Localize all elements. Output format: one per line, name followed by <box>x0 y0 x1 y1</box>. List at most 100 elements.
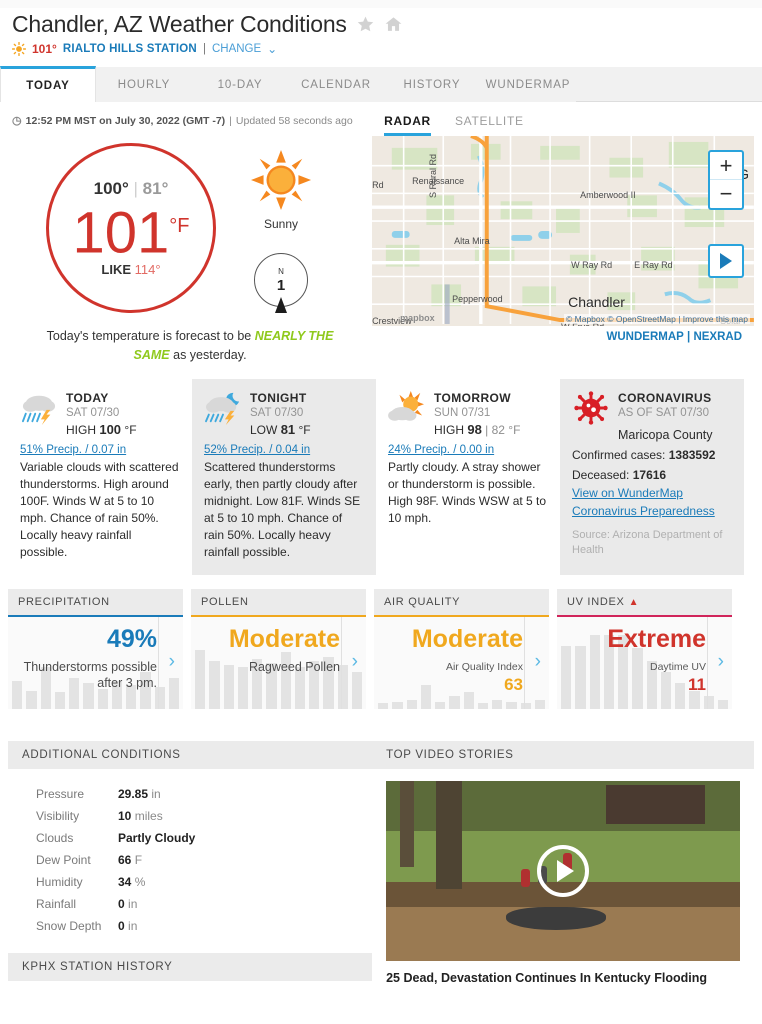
metric-card-air-quality[interactable]: AIR QUALITY Moderate Air Quality Index 6… <box>374 589 549 709</box>
condition-value: 66 F <box>118 849 372 871</box>
metric-value: 49% <box>106 625 157 653</box>
clock-icon: ◷ <box>12 115 22 127</box>
home-icon[interactable] <box>384 15 403 34</box>
coronavirus-deceased-label: Deceased: <box>572 468 630 482</box>
forecast-temp-value: 81 <box>280 422 296 437</box>
metric-sub-label: Daytime UV <box>649 661 706 673</box>
forecast-cards-row: TODAY SAT 07/30 HIGH 100 °F 51% Precip. … <box>0 379 762 575</box>
chevron-right-icon[interactable]: › <box>352 651 358 673</box>
condition-value: 0 in <box>118 893 372 915</box>
station-name[interactable]: RIALTO HILLS STATION <box>63 42 197 56</box>
map-label: Alta Mira <box>454 236 490 246</box>
video-thumbnail[interactable] <box>386 781 740 961</box>
coronavirus-card[interactable]: CORONAVIRUS AS OF SAT 07/30 Maricopa Cou… <box>560 379 744 575</box>
play-icon[interactable] <box>537 845 590 897</box>
condition-number: 29.85 <box>118 787 149 801</box>
forecast-temp-value: 98 <box>467 422 482 437</box>
metric-card-uv-index[interactable]: UV INDEX ▲ Extreme Daytime UV 11 › <box>557 589 732 709</box>
observation-body: 100° | 81° 101°F LIKE 114° Sunny N 1 <box>8 127 372 313</box>
metric-card-precipitation[interactable]: PRECIPITATION 49% Thunderstorms possible… <box>8 589 183 709</box>
metric-accent-bar <box>374 615 549 617</box>
coronavirus-preparedness-link[interactable]: Coronavirus Preparedness <box>572 504 732 518</box>
chevron-right-icon[interactable]: › <box>718 651 724 673</box>
forecast-card-header: TODAY SAT 07/30 HIGH 100 °F <box>20 391 180 437</box>
forecast-precip-link[interactable]: 52% Precip. / 0.04 in <box>204 444 364 456</box>
metric-card-body: 49% Thunderstorms possible after 3 pm. <box>8 617 183 691</box>
sunny-icon <box>250 149 312 211</box>
map-zoom-out-button[interactable]: − <box>710 180 742 208</box>
observation-updated: Updated 58 seconds ago <box>235 114 353 127</box>
tab-radar[interactable]: RADAR <box>384 114 431 136</box>
tab-10-day[interactable]: 10-DAY <box>192 67 288 102</box>
metric-subtext: Ragweed Pollen <box>248 660 340 674</box>
mapbox-logo: mapbox <box>400 313 435 323</box>
star-icon[interactable] <box>356 15 375 34</box>
panel-title: TOP VIDEO STORIES <box>386 749 514 761</box>
metric-value: Moderate <box>228 625 340 653</box>
wind-direction: N <box>278 266 284 276</box>
chevron-down-icon[interactable]: ⌄ <box>267 42 277 56</box>
station-temp: 101° <box>32 42 57 56</box>
metric-accent-bar <box>191 615 366 617</box>
tab-satellite[interactable]: SATELLITE <box>455 114 524 136</box>
tab-history[interactable]: HISTORY <box>384 67 480 102</box>
map-label: Amberwood II <box>580 190 636 200</box>
forecast-card-today[interactable]: TODAY SAT 07/30 HIGH 100 °F 51% Precip. … <box>8 379 192 575</box>
forecast-temp: HIGH 98 | 82 °F <box>434 422 520 437</box>
forecast-temp-unit: °F <box>298 423 311 437</box>
forecast-date: SUN 07/31 <box>434 407 491 419</box>
metric-card-title: POLLEN <box>201 596 249 608</box>
condition-key: Pressure <box>36 787 85 801</box>
view-on-wundermap-link[interactable]: View on WunderMap <box>572 486 732 500</box>
tab-today[interactable]: TODAY <box>0 66 96 102</box>
coronavirus-deceased-value: 17616 <box>632 468 667 482</box>
chevron-right-icon[interactable]: › <box>169 651 175 673</box>
forecast-precip-link[interactable]: 51% Precip. / 0.07 in <box>20 444 180 456</box>
partly-sunny-icon <box>388 391 426 425</box>
additional-conditions-panel: ADDITIONAL CONDITIONS Pressure 29.85 in … <box>8 741 373 987</box>
wundermap-link[interactable]: WUNDERMAP <box>607 331 684 343</box>
condition-column: Sunny N 1 <box>250 149 312 313</box>
map-label: W Ray Rd <box>571 260 613 270</box>
map-zoom-controls: + − <box>708 150 744 210</box>
coronavirus-confirmed: Confirmed cases: 1383592 <box>572 448 732 462</box>
forecast-date: SAT 07/30 <box>250 407 304 419</box>
station-row: 101° RIALTO HILLS STATION | CHANGE ⌄ <box>11 41 750 57</box>
condition-key: Humidity <box>36 875 83 889</box>
map-zoom-in-button[interactable]: + <box>710 152 742 180</box>
top-section: ◷ 12:52 PM MST on July 30, 2022 (GMT -7)… <box>0 102 762 365</box>
map-canvas[interactable]: Rd Renaissance S Rural Rd Alta Mira Pepp… <box>372 136 754 326</box>
forecast-card-header: TONIGHT SAT 07/30 LOW 81 °F <box>204 391 364 437</box>
forecast-temp: LOW 81 °F <box>250 422 311 437</box>
additional-conditions-header: ADDITIONAL CONDITIONS <box>8 741 373 769</box>
bottom-section: ADDITIONAL CONDITIONS Pressure 29.85 in … <box>0 741 762 987</box>
map-attribution[interactable]: © Mapbox © OpenStreetMap | Improve this … <box>564 314 750 324</box>
wind-speed: 1 <box>276 276 286 294</box>
table-row: Humidity 34 % <box>8 871 372 893</box>
video-title[interactable]: 25 Dead, Devastation Continues In Kentuc… <box>386 970 740 987</box>
forecast-card-tomorrow[interactable]: TOMORROW SUN 07/31 HIGH 98 | 82 °F 24% P… <box>376 379 560 575</box>
metric-value: Extreme <box>607 625 706 653</box>
chevron-right-icon[interactable]: › <box>535 651 541 673</box>
metric-sub-label: Air Quality Index <box>445 661 523 673</box>
tab-calendar[interactable]: CALENDAR <box>288 67 384 102</box>
tab-wundermap[interactable]: WUNDERMAP <box>480 67 576 102</box>
forecast-card-tonight[interactable]: TONIGHT SAT 07/30 LOW 81 °F 52% Precip. … <box>192 379 376 575</box>
metric-card-pollen[interactable]: POLLEN Moderate Ragweed Pollen › <box>191 589 366 709</box>
forecast-precip-link[interactable]: 24% Precip. / 0.00 in <box>388 444 548 456</box>
condition-unit: F <box>134 853 143 867</box>
video-card[interactable]: 25 Dead, Devastation Continues In Kentuc… <box>372 769 754 987</box>
change-station-link[interactable]: CHANGE <box>212 42 261 56</box>
tab-hourly[interactable]: HOURLY <box>96 67 192 102</box>
coronavirus-date: AS OF SAT 07/30 <box>618 407 709 419</box>
map-play-button[interactable] <box>708 244 744 278</box>
condition-key: Clouds <box>36 831 74 845</box>
condition-key: Dew Point <box>36 853 91 867</box>
temperature-trend: Today's temperature is forecast to be NE… <box>8 313 372 365</box>
forecast-date: SAT 07/30 <box>66 407 120 419</box>
nexrad-link[interactable]: NEXRAD <box>693 331 742 343</box>
condition-unit: in <box>128 897 138 911</box>
metric-cards-row: PRECIPITATION 49% Thunderstorms possible… <box>0 589 762 709</box>
forecast-description: Partly cloudy. A stray shower or thunder… <box>388 460 547 525</box>
condition-number: 34 <box>118 875 132 889</box>
